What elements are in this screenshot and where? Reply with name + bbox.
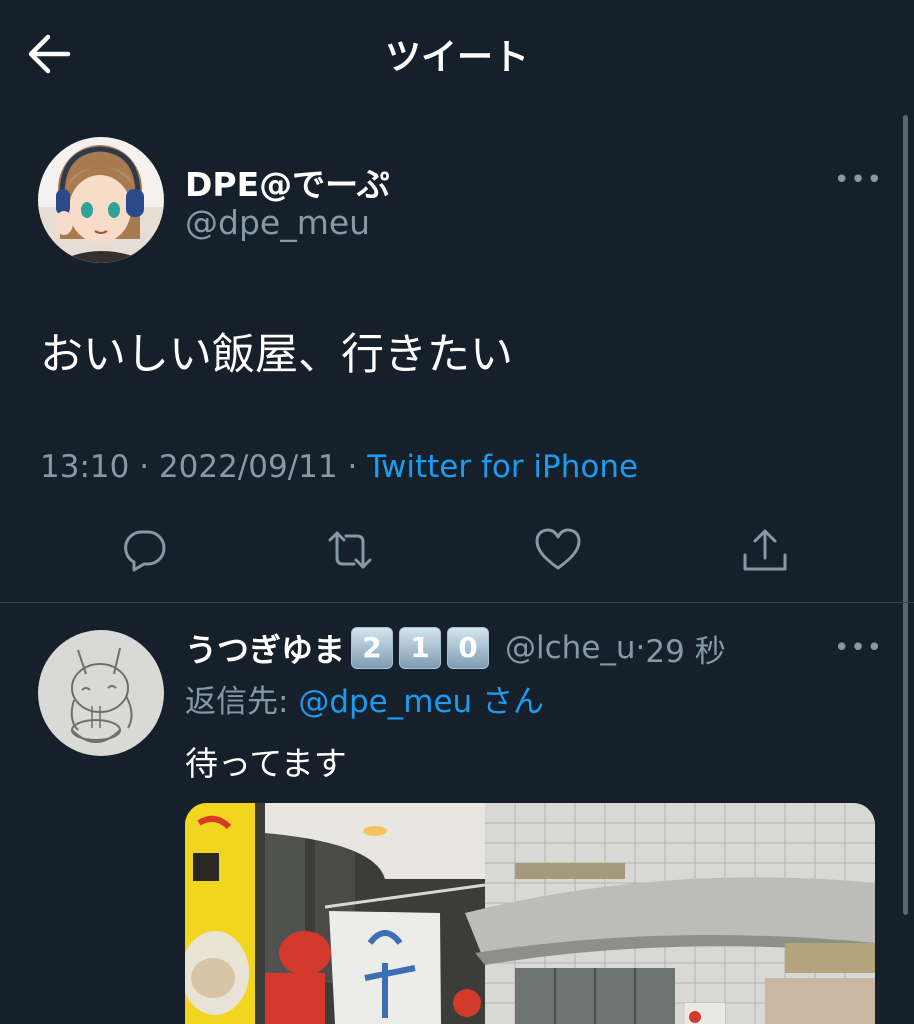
tweet-meta: 13:10 · 2022/09/11 · Twitter for iPhone bbox=[40, 449, 638, 485]
scrollbar[interactable] bbox=[903, 115, 908, 915]
reply-avatar[interactable] bbox=[38, 630, 164, 756]
more-options-icon[interactable]: ••• bbox=[834, 633, 883, 663]
retweet-icon[interactable] bbox=[326, 526, 374, 574]
divider bbox=[0, 602, 914, 603]
keycap-digit: 1 bbox=[399, 627, 442, 669]
reply-text: 待ってます bbox=[185, 744, 347, 783]
like-icon[interactable] bbox=[534, 526, 582, 574]
header-bar: ツイート bbox=[0, 0, 914, 105]
reply-to-line: 返信先: @dpe_meu さん bbox=[185, 676, 544, 721]
mention-suffix[interactable]: さん bbox=[482, 684, 544, 720]
tweet-source-link[interactable]: Twitter for iPhone bbox=[367, 449, 638, 485]
keycap-digit: 0 bbox=[447, 627, 490, 669]
tweet-text: おいしい飯屋、行きたい bbox=[40, 330, 513, 380]
author-handle[interactable]: @dpe_meu bbox=[185, 203, 370, 242]
meta-separator: · bbox=[139, 449, 159, 485]
author-name[interactable]: DPE@でーぷ bbox=[185, 158, 390, 206]
share-icon[interactable] bbox=[741, 526, 789, 574]
reply-time-separator: · bbox=[635, 630, 646, 666]
page-title: ツイート bbox=[384, 37, 529, 78]
reply-author-handle[interactable]: @lche_u bbox=[505, 630, 636, 666]
reply-to-label: 返信先: bbox=[185, 684, 289, 720]
reply-header: うつぎゆま 2 1 0 @lche_u · 29 秒 bbox=[185, 624, 726, 672]
reply-to-mention[interactable]: @dpe_meu さん bbox=[298, 684, 544, 720]
reply-time[interactable]: 29 秒 bbox=[645, 626, 725, 671]
tweet-time: 13:10 bbox=[40, 449, 130, 485]
mention-handle[interactable]: @dpe_meu bbox=[298, 684, 472, 720]
avatar[interactable] bbox=[38, 137, 164, 263]
more-options-icon[interactable]: ••• bbox=[834, 165, 883, 195]
reply-icon[interactable] bbox=[120, 526, 168, 574]
keycap-digit: 2 bbox=[351, 627, 394, 669]
tweet-date: 2022/09/11 bbox=[158, 449, 338, 485]
attached-photo[interactable] bbox=[185, 803, 875, 1024]
meta-separator: · bbox=[347, 449, 368, 485]
reply-author-name[interactable]: うつぎゆま bbox=[185, 625, 345, 671]
